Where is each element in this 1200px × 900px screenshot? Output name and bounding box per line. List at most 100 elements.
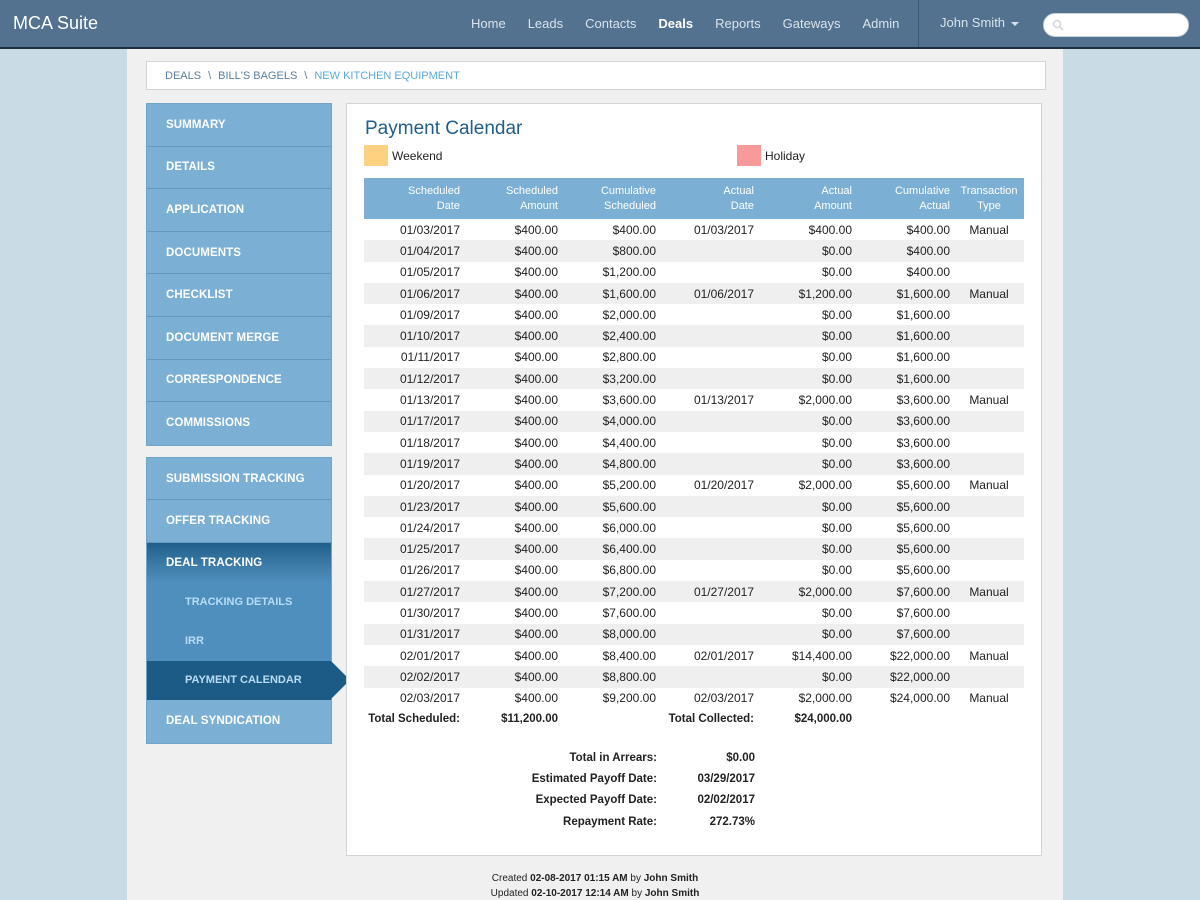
app-brand[interactable]: MCA Suite <box>13 13 98 34</box>
page-title: Payment Calendar <box>365 118 523 139</box>
cell-cumulative-actual: $1,600.00 <box>856 325 954 347</box>
breadcrumb-separator: \ <box>304 69 308 82</box>
cell-cumulative-actual: $5,600.00 <box>896 478 950 493</box>
cell-actual-amount: $0.00 <box>758 495 856 518</box>
caret-down-icon <box>1011 21 1020 26</box>
search-input[interactable] <box>1043 13 1189 37</box>
cell-scheduled-date: 01/09/2017 <box>399 307 460 322</box>
nav-link-reports[interactable]: Reports <box>715 16 761 31</box>
cell-scheduled-date: 01/04/2017 <box>364 240 464 262</box>
sidebar-item-details[interactable]: DETAILS <box>147 147 331 190</box>
sidebar-subitem-payment-calendar[interactable]: PAYMENT CALENDAR <box>147 660 350 700</box>
table-row: 01/18/2017 $400.00 $4,400.00 $0.00 $3,600.00 <box>364 432 1024 453</box>
sidebar-item-commissions[interactable]: COMMISSIONS <box>147 402 331 445</box>
col-header-scheduled-amount[interactable]: Scheduled Amount <box>464 178 562 219</box>
sidebar-item-application[interactable]: APPLICATION <box>147 189 331 232</box>
sidebar-item-checklist[interactable]: CHECKLIST <box>147 274 331 317</box>
nav-link-home[interactable]: Home <box>471 16 506 31</box>
cell-transaction-type <box>954 453 1024 475</box>
cell-transaction-type <box>954 304 1024 325</box>
table-row: 01/31/2017 $400.00 $8,000.00 $0.00 $7,600.00 <box>364 623 1024 645</box>
sidebar-item-deal-tracking[interactable]: DEAL TRACKING <box>147 542 331 583</box>
sidebar-subitem-irr[interactable]: IRR <box>147 622 331 661</box>
updated-info: Updated 02-10-2017 12:14 AM by John Smit… <box>490 888 700 899</box>
cell-actual-amount: $0.00 <box>758 538 856 560</box>
table-row: 01/09/2017 $400.00 $2,000.00 $0.00 $1,600.00 <box>364 304 1024 325</box>
cell-cumulative-actual: $3,600.00 <box>896 435 950 450</box>
cell-scheduled-amount: $400.00 <box>514 563 558 578</box>
cell-cumulative-scheduled: $400.00 <box>612 222 656 237</box>
col-header-actual-amount[interactable]: Actual Amount <box>758 178 856 219</box>
nav-link-gateways[interactable]: Gateways <box>783 16 841 31</box>
sidebar-item-summary[interactable]: SUMMARY <box>147 104 331 147</box>
cell-actual-date: 01/13/2017 <box>693 393 754 408</box>
cell-actual-amount: $2,000.00 <box>758 581 856 603</box>
sidebar-item-correspondence[interactable]: CORRESPONDENCE <box>147 360 331 403</box>
sidebar-item-documents[interactable]: DOCUMENTS <box>147 232 331 275</box>
cell-cumulative-scheduled: $6,000.00 <box>602 520 656 535</box>
sidebar-item-deal-syndication[interactable]: DEAL SYNDICATION <box>147 700 331 743</box>
col-header-actual-date[interactable]: Actual Date <box>660 178 758 219</box>
cell-scheduled-amount: $400.00 <box>464 581 562 603</box>
sidebar-submenu-deal-tracking: TRACKING DETAILS IRR PAYMENT CALENDAR <box>147 582 350 700</box>
legend-weekend: Weekend <box>364 145 442 166</box>
cell-cumulative-scheduled: $1,200.00 <box>602 265 656 280</box>
cell-scheduled-date: 01/11/2017 <box>400 350 460 365</box>
main-nav: Home Leads Contacts Deals Reports Gatewa… <box>460 0 910 47</box>
sidebar-item-submission-tracking[interactable]: SUBMISSION TRACKING <box>147 458 331 501</box>
cell-cumulative-actual: $400.00 <box>906 265 950 280</box>
nav-link-leads[interactable]: Leads <box>528 16 563 31</box>
cell-cumulative-actual: $22,000.00 <box>856 666 954 688</box>
cell-transaction-type <box>954 432 1024 453</box>
table-row: 01/11/2017 $400.00 $2,800.00 $0.00 $1,600.00 <box>364 347 1024 368</box>
nav-link-contacts[interactable]: Contacts <box>585 16 636 31</box>
cell-actual-amount: $0.00 <box>758 623 856 645</box>
page-container: DEALS \ BILL'S BAGELS \ NEW KITCHEN EQUI… <box>127 49 1063 900</box>
table-row: 01/05/2017 $400.00 $1,200.00 $0.00 $400.00 <box>364 262 1024 283</box>
cell-cumulative-actual: $5,600.00 <box>856 538 954 560</box>
sidebar-item-offer-tracking[interactable]: OFFER TRACKING <box>147 500 331 543</box>
cell-transaction-type <box>954 240 1024 262</box>
col-header-scheduled-date[interactable]: Scheduled Date <box>364 178 464 219</box>
cell-scheduled-date: 01/20/2017 <box>399 478 460 493</box>
summary-row-expected-payoff: Expected Payoff Date: 02/02/2017 <box>535 794 755 807</box>
breadcrumb-deals[interactable]: DEALS <box>165 70 201 82</box>
cell-scheduled-date: 01/25/2017 <box>364 538 464 560</box>
legend-holiday-label: Holiday <box>765 148 806 163</box>
cell-scheduled-date: 01/26/2017 <box>399 563 460 578</box>
sidebar-item-document-merge[interactable]: DOCUMENT MERGE <box>147 317 331 360</box>
total-scheduled-label: Total Scheduled: <box>368 713 460 726</box>
sidebar: SUMMARY DETAILS APPLICATION DOCUMENTS CH… <box>146 103 350 744</box>
breadcrumb-bills-bagels[interactable]: BILL'S BAGELS <box>218 70 297 82</box>
cell-transaction-type <box>954 325 1024 347</box>
cell-scheduled-amount: $400.00 <box>464 282 562 305</box>
cell-cumulative-scheduled: $2,800.00 <box>602 350 656 365</box>
created-by-user: John Smith <box>643 873 699 884</box>
sidebar-subitem-tracking-details[interactable]: TRACKING DETAILS <box>147 583 331 622</box>
cell-scheduled-date: 01/24/2017 <box>399 520 460 535</box>
nav-link-admin[interactable]: Admin <box>862 16 899 31</box>
cell-actual-date <box>660 240 758 262</box>
nav-divider <box>918 0 919 47</box>
cell-scheduled-amount: $400.00 <box>464 325 562 347</box>
user-menu-dropdown[interactable]: John Smith <box>940 15 1020 30</box>
cell-actual-date <box>660 368 758 390</box>
nav-link-deals[interactable]: Deals <box>658 16 693 31</box>
cell-cumulative-actual: $1,600.00 <box>856 368 954 390</box>
cell-scheduled-date: 01/06/2017 <box>364 282 464 305</box>
cell-cumulative-scheduled: $2,400.00 <box>562 325 660 347</box>
audit-footer: Created 02-08-2017 01:15 AM by John Smit… <box>127 871 1063 900</box>
table-row: 02/02/2017 $400.00 $8,800.00 $0.00 $22,000.0… <box>364 666 1024 688</box>
cell-actual-date: 01/27/2017 <box>660 581 758 603</box>
col-header-transaction-type[interactable]: Transaction Type <box>954 178 1024 219</box>
cell-transaction-type <box>954 602 1024 623</box>
cell-cumulative-scheduled: $4,000.00 <box>562 410 660 432</box>
cell-actual-amount: $2,000.00 <box>798 393 852 408</box>
col-header-cumulative-actual[interactable]: Cumulative Actual <box>856 178 954 219</box>
cell-cumulative-scheduled: $3,200.00 <box>562 368 660 390</box>
col-header-cumulative-scheduled[interactable]: Cumulative Scheduled <box>562 178 660 219</box>
breadcrumb-new-kitchen-equipment[interactable]: NEW KITCHEN EQUIPMENT <box>314 70 459 82</box>
cell-transaction-type <box>954 347 1024 368</box>
cell-transaction-type <box>954 623 1024 645</box>
cell-transaction-type <box>954 410 1024 432</box>
